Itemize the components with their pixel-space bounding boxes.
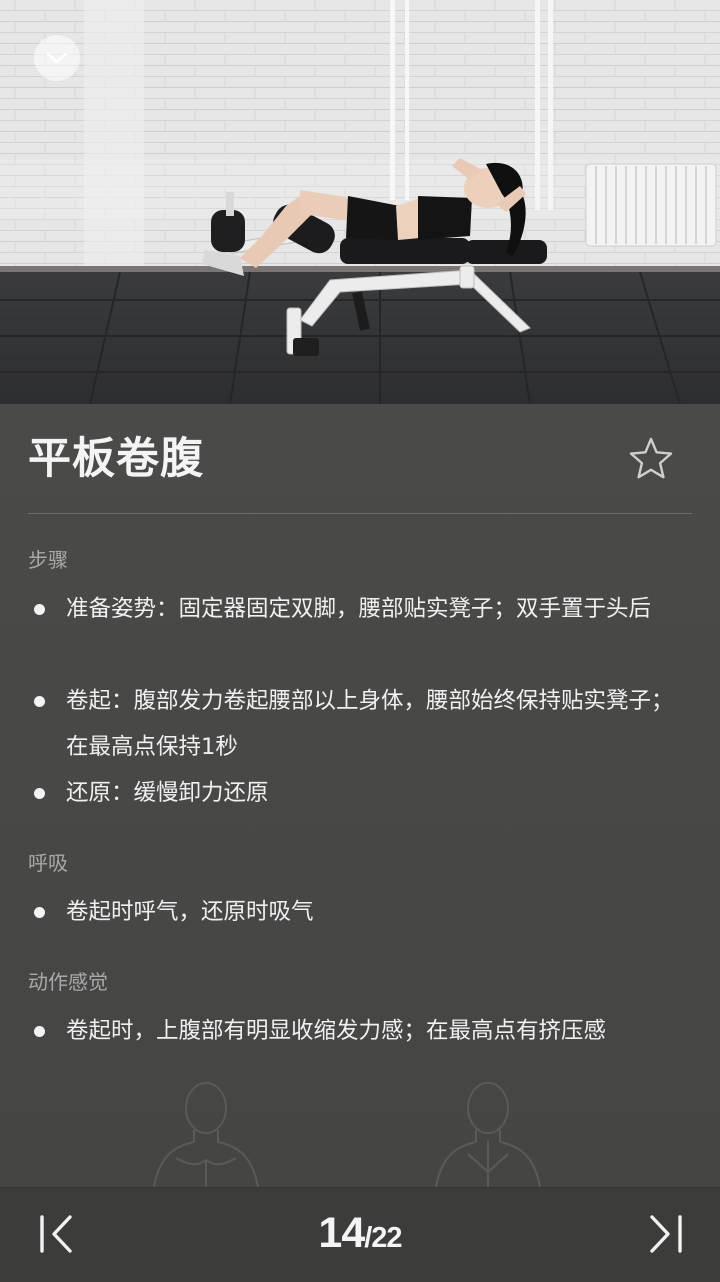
next-exercise-button[interactable] [644,1212,688,1256]
exercise-illustration [0,0,720,404]
list-item: 准备姿势：固定器固定双脚，腰部贴实凳子；双手置于头后 [34,586,676,632]
star-outline-icon [626,437,676,488]
exercise-counter: 14/22 [0,1207,720,1269]
muscle-front-illustration [153,1082,259,1187]
skip-next-icon [644,1215,688,1260]
list-item: 卷起：腹部发力卷起腰部以上身体，腰部始终保持贴实凳子；在最高点保持1秒 [34,678,676,770]
total-exercise-count: /22 [364,1222,402,1254]
list-item: 卷起时，上腹部有明显收缩发力感；在最高点有挤压感 [34,1008,676,1054]
exercise-title: 平板卷腹 [28,434,204,484]
favorite-button[interactable] [626,434,676,484]
section-heading-feeling: 动作感觉 [28,970,108,994]
exercise-video[interactable] [0,0,720,404]
current-exercise-number: 14 [318,1209,365,1257]
section-heading-steps: 步骤 [28,548,68,572]
section-heading-breathing: 呼吸 [28,851,68,875]
chevron-down-icon [45,50,69,66]
muscle-back-illustration [435,1082,541,1187]
title-divider [28,513,692,514]
list-item: 卷起时呼气，还原时吸气 [34,889,676,935]
list-item: 还原：缓慢卸力还原 [34,770,676,816]
collapse-button[interactable] [34,35,80,81]
